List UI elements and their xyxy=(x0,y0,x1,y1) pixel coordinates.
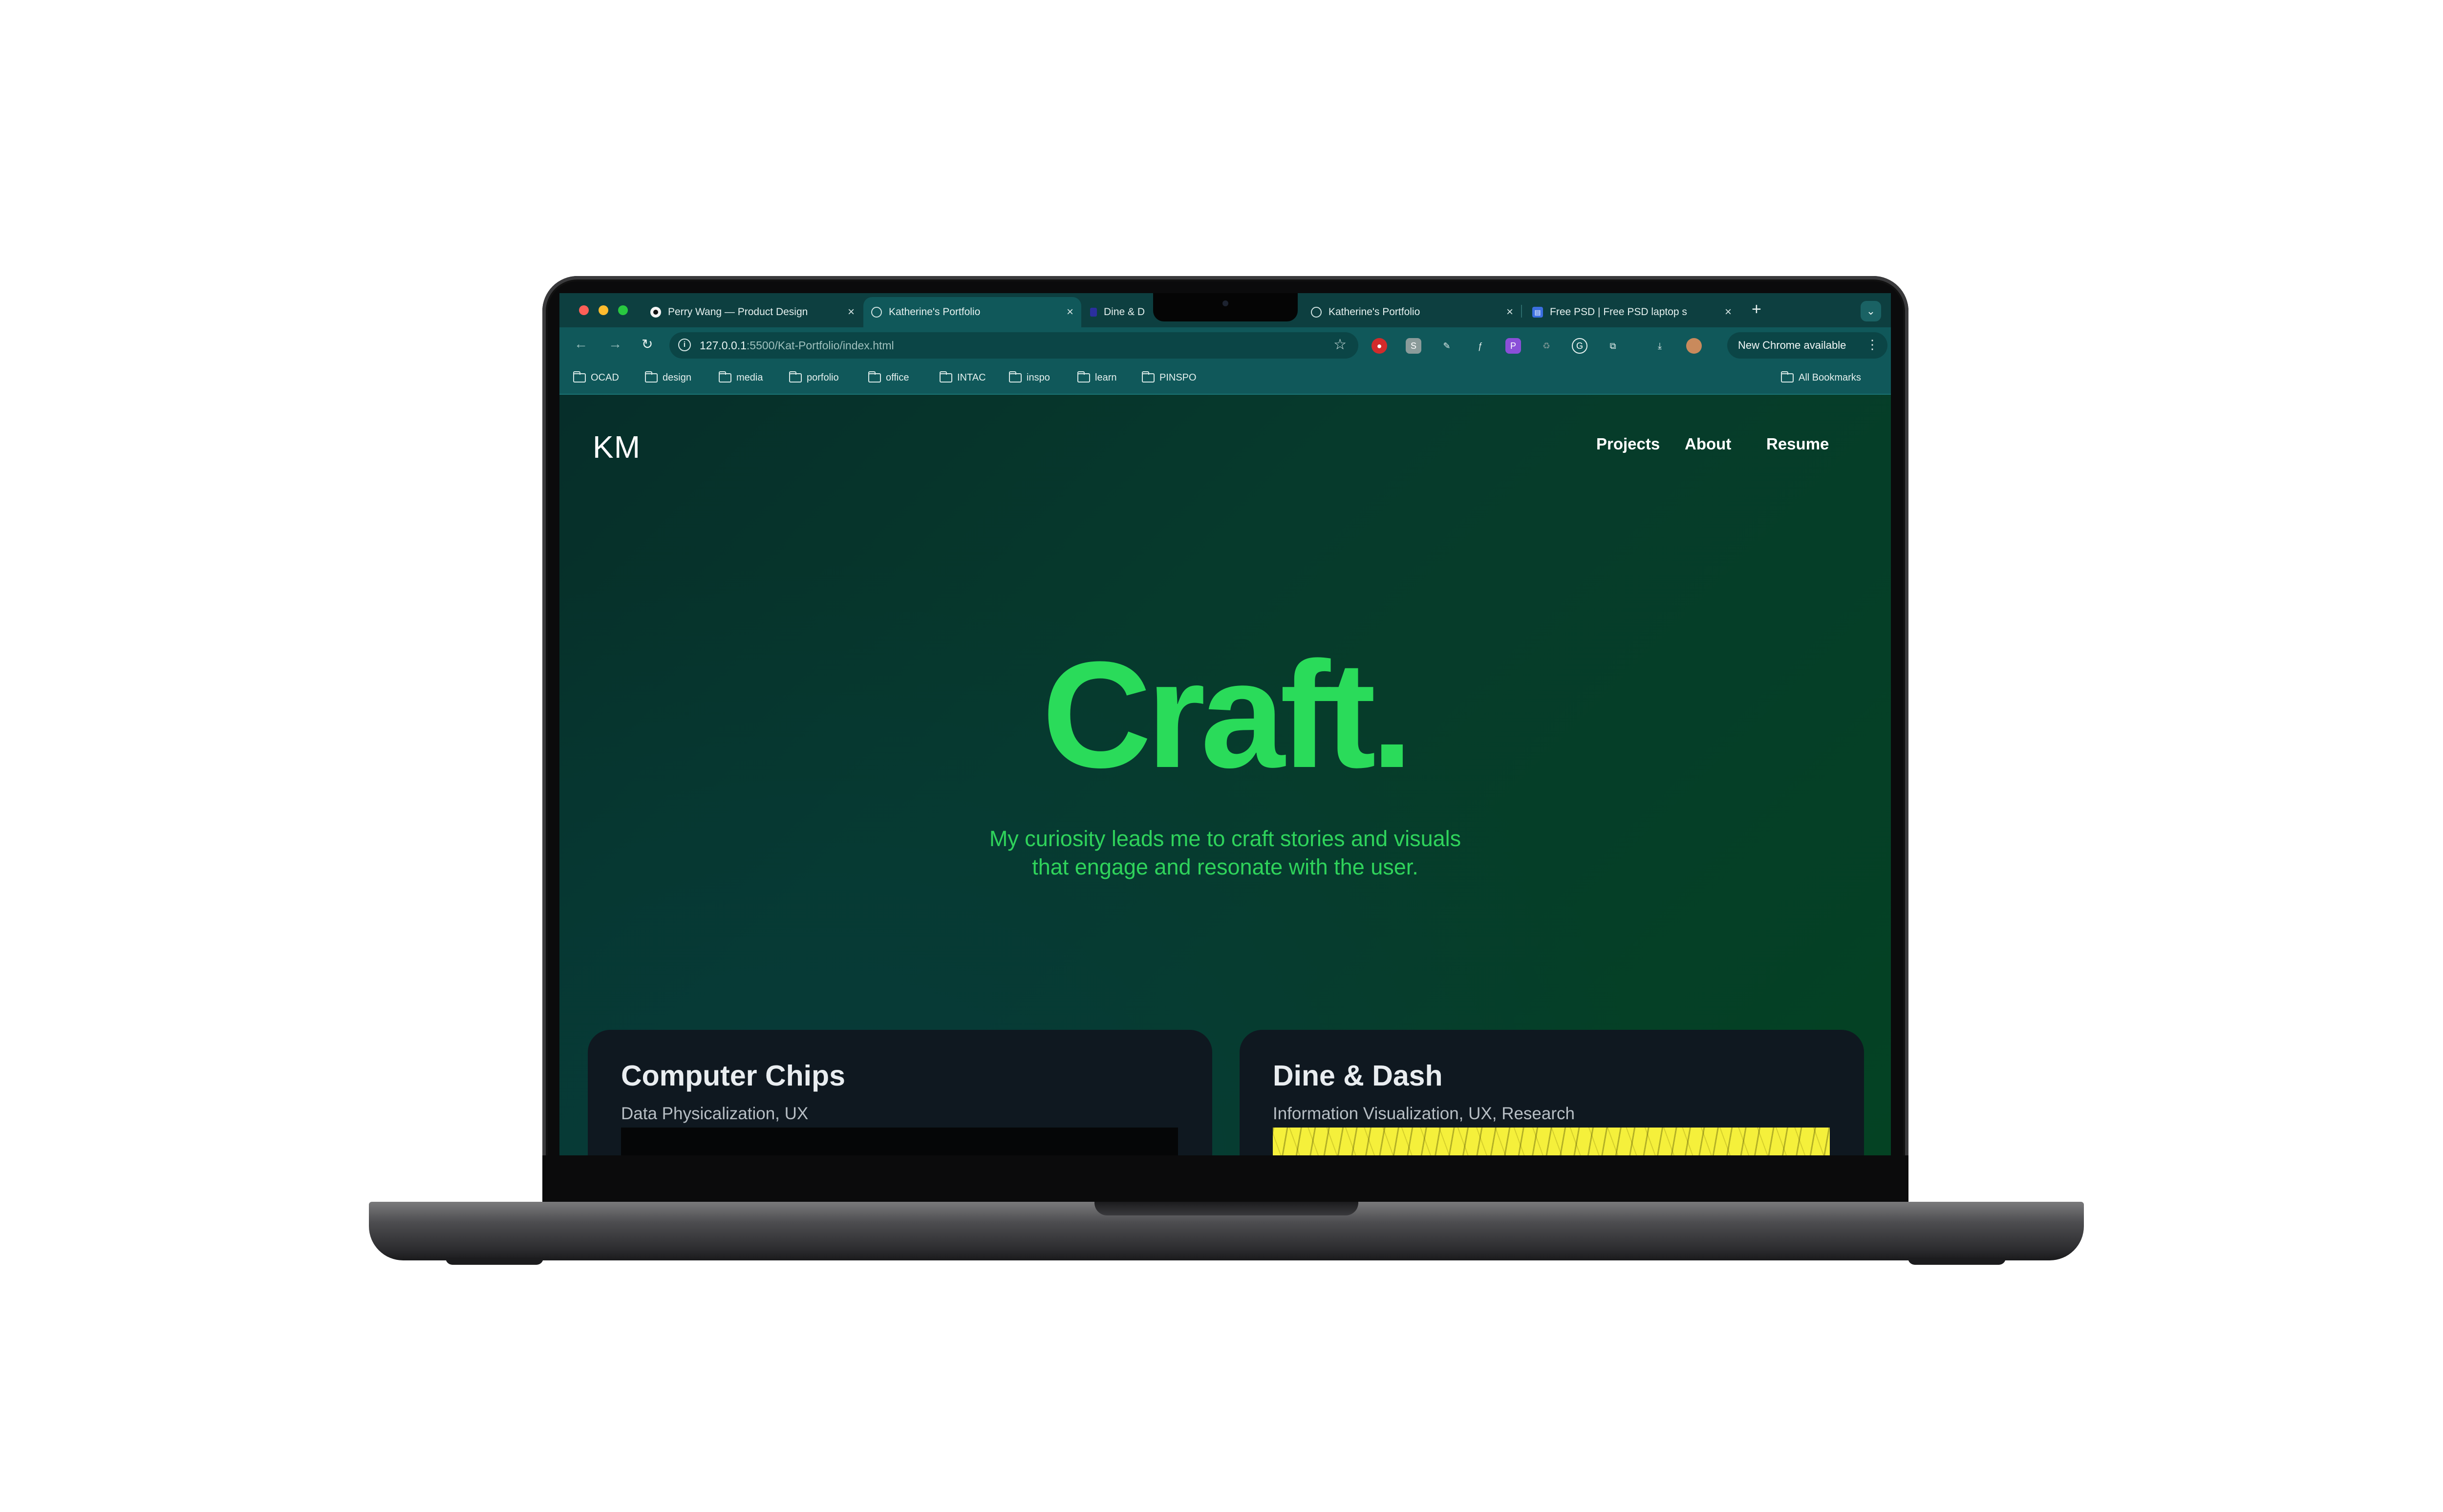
laptop-screen: Perry Wang — Product Design × Katherine'… xyxy=(559,293,1891,1155)
laptop-bezel-bottom xyxy=(542,1155,1908,1204)
project-thumbnail xyxy=(1273,1128,1830,1155)
extension-font-icon[interactable]: ƒ xyxy=(1472,338,1488,354)
project-title: Dine & Dash xyxy=(1273,1060,1443,1092)
camera-notch xyxy=(1153,293,1298,321)
maximize-window-button[interactable] xyxy=(618,305,628,315)
site-logo[interactable]: KM xyxy=(593,429,641,465)
folder-icon xyxy=(573,371,586,383)
folder-icon xyxy=(868,371,881,383)
bookmark-folder[interactable]: learn xyxy=(1077,371,1116,383)
close-icon[interactable]: × xyxy=(1725,305,1732,319)
hero-subtitle-line: that engage and resonate with the user. xyxy=(1032,854,1418,879)
url-text: 127.0.0.1:5500/Kat-Portfolio/index.html xyxy=(700,339,894,352)
folder-icon xyxy=(940,371,952,383)
folder-icon xyxy=(719,371,731,383)
folder-icon xyxy=(1781,371,1794,383)
tab-label: Free PSD | Free PSD laptop s xyxy=(1550,306,1687,318)
forward-arrow-icon[interactable]: → xyxy=(608,336,622,352)
project-tags: Information Visualization, UX, Research xyxy=(1273,1104,1575,1123)
bookmark-star-icon[interactable]: ☆ xyxy=(1333,336,1347,353)
project-card-dine-dash[interactable]: Dine & Dash Information Visualization, U… xyxy=(1240,1030,1864,1155)
extension-purple-icon[interactable]: P xyxy=(1505,338,1521,354)
minimize-window-button[interactable] xyxy=(599,305,608,315)
laptop-foot-left xyxy=(446,1258,543,1265)
bookmark-folder[interactable]: design xyxy=(645,371,691,383)
tab-label: Perry Wang — Product Design xyxy=(668,306,808,318)
reload-icon[interactable]: ↻ xyxy=(642,336,653,352)
extension-grey-icon[interactable]: S xyxy=(1406,338,1421,354)
tab-search-chevron-icon[interactable]: ⌄ xyxy=(1861,301,1881,321)
globe-icon xyxy=(871,307,882,318)
folder-icon xyxy=(1142,371,1155,383)
psd-favicon-icon: ▤ xyxy=(1532,307,1543,318)
project-card-computer-chips[interactable]: Computer Chips Data Physicalization, UX xyxy=(588,1030,1212,1155)
avatar[interactable] xyxy=(1686,338,1702,354)
browser-tab[interactable]: Perry Wang — Product Design × xyxy=(643,297,862,327)
download-icon[interactable]: ⤓ xyxy=(1652,338,1668,354)
bookmark-folder[interactable]: porfolio xyxy=(789,371,839,383)
project-title: Computer Chips xyxy=(621,1060,845,1092)
browser-tab[interactable]: Katherine's Portfolio × xyxy=(1303,297,1521,327)
dine-favicon-icon xyxy=(1090,308,1097,317)
browser-toolbar: ← → ↻ i 127.0.0.1:5500/Kat-Portfolio/ind… xyxy=(559,327,1891,363)
dot-icon xyxy=(650,307,661,318)
nav-link-projects[interactable]: Projects xyxy=(1596,435,1660,453)
bookmark-folder[interactable]: office xyxy=(868,371,909,383)
folder-icon xyxy=(1009,371,1022,383)
address-bar[interactable]: i 127.0.0.1:5500/Kat-Portfolio/index.htm… xyxy=(669,332,1358,359)
close-window-button[interactable] xyxy=(579,305,589,315)
extension-red-icon[interactable]: ● xyxy=(1372,338,1387,354)
folder-icon xyxy=(1077,371,1090,383)
tab-label: Katherine's Portfolio xyxy=(1329,306,1420,318)
camera-icon xyxy=(1222,300,1228,306)
browser-tab[interactable]: ▤ Free PSD | Free PSD laptop s × xyxy=(1524,297,1739,327)
bookmark-folder[interactable]: INTAC xyxy=(940,371,986,383)
nav-link-about[interactable]: About xyxy=(1685,435,1731,453)
hero-title: Craft. xyxy=(1042,630,1414,799)
tab-label: Katherine's Portfolio xyxy=(889,306,981,318)
globe-icon xyxy=(1311,307,1322,318)
info-icon[interactable]: i xyxy=(678,339,691,351)
menu-dots-icon[interactable]: ⋮ xyxy=(1866,337,1879,352)
bookmark-folder[interactable]: OCAD xyxy=(573,371,619,383)
back-arrow-icon[interactable]: ← xyxy=(574,336,588,352)
folder-icon xyxy=(645,371,658,383)
bookmark-folder[interactable]: media xyxy=(719,371,763,383)
new-chrome-available-button[interactable]: New Chrome available ⋮ xyxy=(1727,332,1887,359)
close-icon[interactable]: × xyxy=(1067,305,1073,319)
browser-tab-active[interactable]: Katherine's Portfolio × xyxy=(863,297,1081,327)
bookmark-folder[interactable]: inspo xyxy=(1009,371,1050,383)
hero-subtitle-line: My curiosity leads me to craft stories a… xyxy=(989,826,1461,851)
extensions-puzzle-icon[interactable]: ⧉ xyxy=(1605,338,1621,354)
extension-recycle-icon[interactable]: ♻ xyxy=(1539,338,1554,354)
all-bookmarks-button[interactable]: All Bookmarks xyxy=(1781,371,1861,383)
portfolio-page: KM Projects About Resume Craft. My curio… xyxy=(559,395,1891,1155)
project-thumbnail xyxy=(621,1128,1178,1155)
bookmarks-bar: OCAD design media porfolio office INTAC … xyxy=(559,363,1891,395)
hero-subtitle: My curiosity leads me to craft stories a… xyxy=(559,825,1891,881)
tab-separator xyxy=(1521,305,1522,318)
folder-icon xyxy=(789,371,802,383)
nav-link-resume[interactable]: Resume xyxy=(1766,435,1829,453)
close-icon[interactable]: × xyxy=(1506,305,1513,319)
extension-grammarly-icon[interactable]: G xyxy=(1572,338,1587,354)
close-icon[interactable]: × xyxy=(848,305,855,319)
project-tags: Data Physicalization, UX xyxy=(621,1104,809,1123)
laptop-foot-right xyxy=(1908,1258,2006,1265)
bookmark-folder[interactable]: PINSPO xyxy=(1142,371,1197,383)
extension-eyedropper-icon[interactable]: ✎ xyxy=(1439,338,1455,354)
new-tab-icon[interactable]: + xyxy=(1752,300,1761,319)
laptop-base-notch xyxy=(1094,1202,1358,1215)
